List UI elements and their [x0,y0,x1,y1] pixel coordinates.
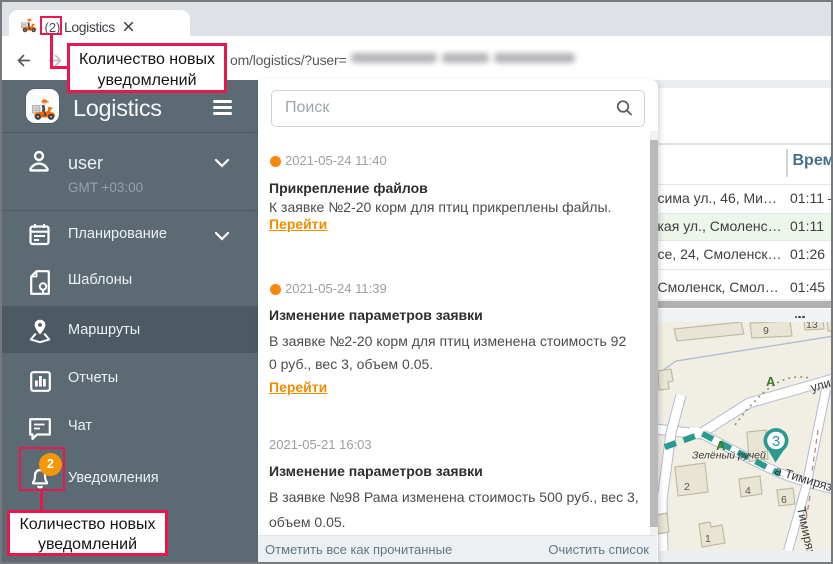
svg-text:9: 9 [763,325,769,337]
svg-text:3: 3 [772,433,780,450]
svg-text:А: А [716,438,726,453]
svg-text:А: А [766,374,776,389]
svg-text:1: 1 [705,533,711,545]
svg-text:6: 6 [781,494,787,506]
svg-text:4: 4 [745,485,751,497]
svg-text:13: 13 [806,322,818,331]
svg-text:Зелёный ручей: Зелёный ручей [692,450,766,462]
svg-text:2: 2 [684,481,690,493]
